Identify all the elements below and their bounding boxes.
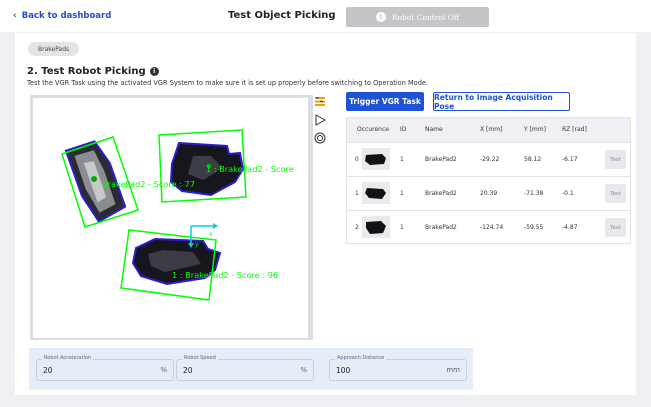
field-label: Approach Distance <box>335 355 387 361</box>
test-button[interactable]: Test <box>605 150 626 169</box>
object-thumbnail <box>362 148 390 170</box>
robot-control-label: Robot Control Off <box>391 12 460 22</box>
top-bar: ‹ Back to dashboard Test Object Picking … <box>0 0 651 32</box>
cell-id: 1 <box>400 190 404 197</box>
section-description: Test the VGR Task using the activated VG… <box>27 79 429 87</box>
axis-x-label: x <box>209 231 213 238</box>
trigger-vgr-task-button[interactable]: Trigger VGR Task <box>346 92 424 111</box>
play-icon[interactable] <box>313 113 327 127</box>
cell-y: -71.38 <box>524 190 544 197</box>
info-icon[interactable]: i <box>149 67 159 76</box>
cell-occurence: 1 <box>355 190 359 197</box>
viewer-toolbar <box>312 95 328 145</box>
detection-label-0: BrakePad2 - Score : 77 <box>102 179 195 189</box>
test-button[interactable]: Test <box>605 218 626 237</box>
task-chip[interactable]: BrakePads <box>28 42 80 56</box>
cell-occurence: 2 <box>355 224 359 231</box>
field-value: 100 <box>336 366 351 375</box>
section-title-text: 2. Test Robot Picking <box>27 66 146 77</box>
cell-y: 58.12 <box>524 156 542 163</box>
col-x: X [mm] <box>480 126 503 133</box>
table-row: 2 1 BrakePad2 -124.74 -59.55 -4.87 Test <box>347 210 630 244</box>
section-title: 2. Test Robot Picking i <box>27 66 159 77</box>
object-thumbnail <box>362 216 390 238</box>
object-thumbnail <box>362 182 390 204</box>
target-icon[interactable] <box>313 131 327 145</box>
approach-distance-field[interactable]: Approach Distance 100 mm <box>329 355 467 381</box>
field-value: 20 <box>43 366 53 375</box>
detection-overlay: x y BrakePad2 - Score : 77 1 : BrakePad2… <box>61 129 294 301</box>
field-label: Robot Speed <box>182 355 218 361</box>
detection-label-2: 1 : BrakePad2 - Score : 96 <box>172 270 278 280</box>
motion-parameters: Robot Acceleration 20 % Robot Speed 20 %… <box>29 348 473 390</box>
col-id: ID <box>400 126 407 133</box>
image-viewer: x y BrakePad2 - Score : 77 1 : BrakePad2… <box>30 95 313 340</box>
col-name: Name <box>425 126 443 133</box>
page-title: Test Object Picking <box>228 10 336 21</box>
image-canvas[interactable]: x y BrakePad2 - Score : 77 1 : BrakePad2… <box>33 98 308 338</box>
cell-name: BrakePad2 <box>425 224 457 231</box>
robot-control-button[interactable]: ! Robot Control Off <box>346 7 489 27</box>
table-row: 0 1 BrakePad2 -29.22 58.12 -6.17 Test <box>347 142 630 176</box>
back-to-dashboard-link[interactable]: ‹ Back to dashboard <box>13 11 111 21</box>
chevron-left-icon: ‹ <box>13 11 17 21</box>
cell-x: -29.22 <box>480 156 500 163</box>
robot-speed-field[interactable]: Robot Speed 20 % <box>176 355 314 381</box>
cell-id: 1 <box>400 156 404 163</box>
back-label: Back to dashboard <box>21 11 112 21</box>
field-label: Robot Acceleration <box>42 355 94 361</box>
test-button[interactable]: Test <box>605 184 626 203</box>
cell-rz: -0.1 <box>562 190 574 197</box>
field-unit: % <box>160 366 167 374</box>
return-to-pose-button[interactable]: Return to Image Acquisition Pose <box>433 92 570 111</box>
cell-x: 20.39 <box>480 190 498 197</box>
cell-y: -59.55 <box>524 224 544 231</box>
col-y: Y [mm] <box>524 126 546 133</box>
detection-label-1: 1 : BrakePad2 - Score <box>206 164 294 174</box>
main-panel: BrakePads 2. Test Robot Picking i Test t… <box>15 33 636 395</box>
cell-x: -124.74 <box>480 224 504 231</box>
col-occurence: Occurence <box>357 126 389 133</box>
cell-name: BrakePad2 <box>425 190 457 197</box>
cell-name: BrakePad2 <box>425 156 457 163</box>
robot-acceleration-field[interactable]: Robot Acceleration 20 % <box>36 355 174 381</box>
field-unit: % <box>300 366 307 374</box>
col-rz: RZ [rad] <box>562 126 587 133</box>
field-unit: mm <box>446 366 460 374</box>
cell-id: 1 <box>400 224 404 231</box>
table-header: Occurence ID Name X [mm] Y [mm] RZ [rad] <box>347 118 630 142</box>
field-value: 20 <box>183 366 193 375</box>
cell-rz: -6.17 <box>562 156 578 163</box>
detected-object-2 <box>120 229 222 301</box>
axis-y-label: y <box>195 241 199 248</box>
cell-rz: -4.87 <box>562 224 578 231</box>
info-icon: ! <box>375 12 386 22</box>
layers-icon[interactable] <box>313 95 327 109</box>
table-row: 1 1 BrakePad2 20.39 -71.38 -0.1 Test <box>347 176 630 210</box>
cell-occurence: 0 <box>355 156 359 163</box>
results-table: Occurence ID Name X [mm] Y [mm] RZ [rad]… <box>346 117 631 244</box>
